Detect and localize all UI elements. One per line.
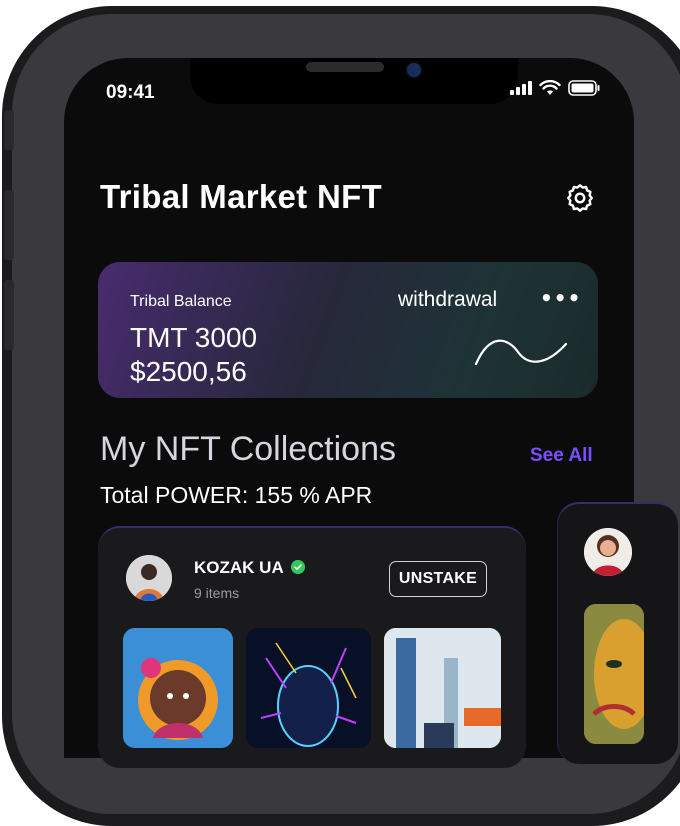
see-all-link[interactable]: See All — [530, 445, 593, 467]
status-icons — [510, 80, 600, 96]
wave-graphic — [474, 339, 568, 366]
battery-icon — [568, 80, 600, 96]
mute-switch — [4, 110, 14, 150]
more-options-icon[interactable]: ••• — [540, 286, 581, 310]
status-time: 09:41 — [106, 82, 155, 103]
signal-icon — [510, 81, 532, 95]
gear-icon[interactable] — [564, 182, 596, 214]
nft-thumbnail[interactable] — [584, 604, 644, 744]
balance-tmt: TMT 3000 — [130, 322, 258, 353]
person-avatar-icon — [584, 528, 632, 576]
nft-thumbnail[interactable] — [246, 628, 371, 748]
nft-thumbnail[interactable] — [123, 628, 233, 748]
balance-label: Tribal Balance — [130, 293, 232, 310]
front-camera — [405, 61, 423, 79]
collection-owner: KOZAK UA — [194, 558, 284, 577]
verified-icon — [291, 560, 305, 574]
nft-art-face-icon — [584, 604, 644, 744]
avatar — [584, 528, 632, 576]
person-avatar-icon — [126, 555, 172, 601]
total-power-text: Total POWER: 155 % APR — [100, 482, 373, 508]
speaker — [306, 62, 384, 72]
volume-down-button — [4, 280, 14, 350]
withdrawal-link[interactable]: withdrawal — [398, 288, 497, 312]
unstake-button[interactable]: UNSTAKE — [389, 561, 487, 597]
avatar — [126, 555, 172, 601]
collection-items-count: 9 items — [194, 585, 240, 601]
nft-art-abstract-icon — [384, 628, 501, 748]
nft-art-portrait-icon — [123, 628, 233, 748]
collections-title: My NFT Collections — [100, 430, 396, 468]
volume-up-button — [4, 190, 14, 260]
balance-usd: $2500,56 — [130, 356, 247, 387]
page-title: Tribal Market NFT — [100, 178, 382, 215]
nft-art-neon-head-icon — [246, 628, 371, 748]
wifi-icon — [539, 80, 561, 95]
nft-thumbnail[interactable] — [384, 628, 501, 748]
